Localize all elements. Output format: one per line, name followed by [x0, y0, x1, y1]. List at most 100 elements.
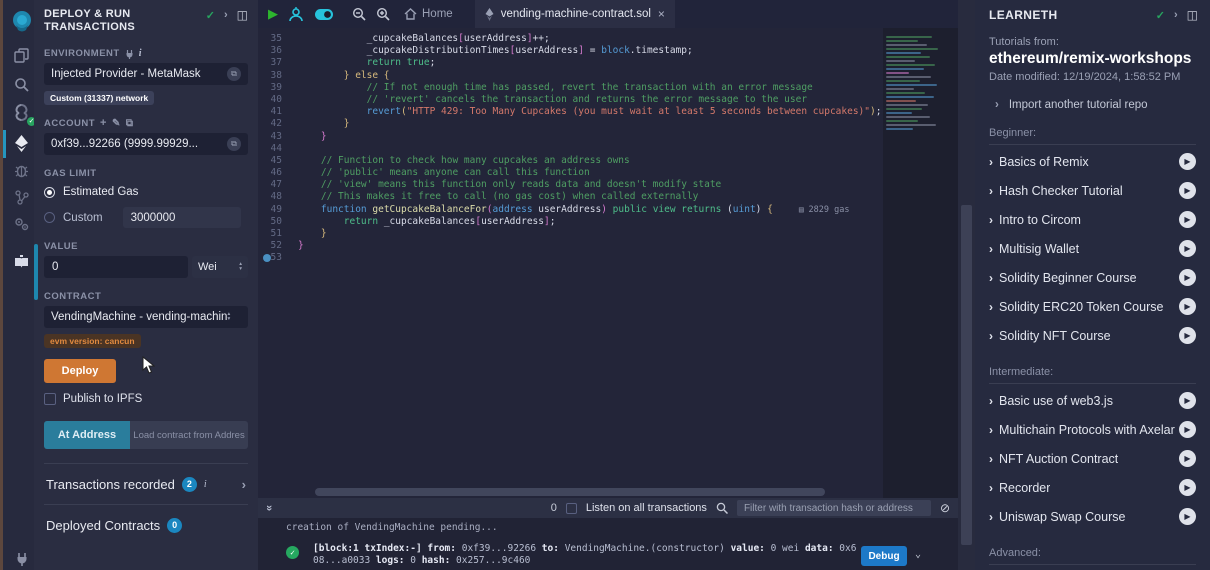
- transactions-recorded-row[interactable]: Transactions recorded 2 i ›: [44, 464, 248, 504]
- item-chevron-icon[interactable]: ›: [989, 184, 993, 198]
- code-line[interactable]: 51 }: [258, 228, 883, 240]
- contract-select[interactable]: VendingMachine - vending-machin ▴▾: [44, 306, 248, 328]
- tutorial-play-icon[interactable]: ▶: [1179, 479, 1196, 496]
- remix-logo-icon[interactable]: [6, 6, 37, 36]
- search-icon[interactable]: [6, 74, 37, 94]
- tutorial-play-icon[interactable]: ▶: [1179, 153, 1196, 170]
- file-explorer-icon[interactable]: [6, 44, 37, 66]
- tutorial-item[interactable]: ›Basic use of web3.js▶: [975, 386, 1210, 415]
- item-chevron-icon[interactable]: ›: [989, 300, 993, 314]
- account-select[interactable]: 0xf39...92266 (9999.99929... ⧉: [44, 133, 248, 155]
- environment-copy-icon[interactable]: ⧉: [227, 67, 241, 81]
- code-line[interactable]: 41 revert("HTTP 429: Too Many Cupcakes (…: [258, 106, 883, 118]
- line-number[interactable]: 41: [258, 106, 298, 118]
- tutorial-item[interactable]: ›Solidity ERC20 Token Course▶: [975, 292, 1210, 321]
- learneth-icon[interactable]: [6, 250, 37, 274]
- code-line[interactable]: 36 _cupcakeDistributionTimes[userAddress…: [258, 45, 883, 57]
- code-line[interactable]: 46 // 'public' means anyone can call thi…: [258, 167, 883, 179]
- panel-scrollbar-thumb[interactable]: [34, 244, 38, 300]
- plug-icon[interactable]: [125, 49, 134, 59]
- line-number[interactable]: 46: [258, 167, 298, 179]
- item-chevron-icon[interactable]: ›: [989, 242, 993, 256]
- item-chevron-icon[interactable]: ›: [989, 271, 993, 285]
- tab-close-icon[interactable]: ×: [658, 7, 665, 21]
- line-number[interactable]: 35: [258, 33, 298, 45]
- transaction-log-entry[interactable]: ✓ [block:1 txIndex:-] from: 0xf39...9226…: [286, 543, 958, 566]
- code-line[interactable]: 52}: [258, 240, 883, 252]
- line-number[interactable]: 37: [258, 57, 298, 69]
- line-number[interactable]: 51: [258, 228, 298, 240]
- line-number[interactable]: 47: [258, 179, 298, 191]
- tutorial-play-icon[interactable]: ▶: [1179, 269, 1196, 286]
- tutorial-item[interactable]: ›NFT Auction Contract▶: [975, 444, 1210, 473]
- tutorial-item[interactable]: ›Uniswap Swap Course▶: [975, 502, 1210, 531]
- tutorial-play-icon[interactable]: ▶: [1179, 298, 1196, 315]
- line-number[interactable]: 42: [258, 118, 298, 130]
- tutorial-play-icon[interactable]: ▶: [1179, 327, 1196, 344]
- unit-down-icon[interactable]: ▾: [239, 267, 242, 272]
- value-input[interactable]: 0: [44, 256, 188, 278]
- line-number[interactable]: 49: [258, 204, 298, 216]
- tutorial-play-icon[interactable]: ▶: [1179, 240, 1196, 257]
- custom-gas-input[interactable]: 3000000: [123, 207, 241, 228]
- git-icon[interactable]: [6, 187, 37, 207]
- deploy-button[interactable]: Deploy: [44, 359, 116, 383]
- tab-vending-machine-contract[interactable]: vending-machine-contract.sol ×: [475, 0, 675, 28]
- code-line[interactable]: 50 return _cupcakeBalances[userAddress];: [258, 216, 883, 228]
- transactions-info-icon[interactable]: i: [204, 479, 207, 490]
- learneth-expand-icon[interactable]: ›: [1174, 9, 1178, 21]
- horizontal-scrollbar[interactable]: [315, 488, 825, 496]
- item-chevron-icon[interactable]: ›: [989, 394, 993, 408]
- line-number[interactable]: 38: [258, 70, 298, 82]
- code-line[interactable]: 39 // If not enough time has passed, rev…: [258, 82, 883, 94]
- line-number[interactable]: 52: [258, 240, 298, 252]
- code-line[interactable]: 44: [258, 143, 883, 155]
- estimated-gas-radio[interactable]: [44, 187, 55, 198]
- tutorial-item[interactable]: ›Multisig Wallet▶: [975, 234, 1210, 263]
- terminal-filter-input[interactable]: Filter with transaction hash or address: [737, 500, 931, 516]
- item-chevron-icon[interactable]: ›: [989, 423, 993, 437]
- code-line[interactable]: 45 // Function to check how many cupcake…: [258, 155, 883, 167]
- tutorial-play-icon[interactable]: ▶: [1179, 450, 1196, 467]
- debug-button[interactable]: Debug: [861, 546, 907, 566]
- code-lines[interactable]: 35 _cupcakeBalances[userAddress]++;36 _c…: [258, 28, 883, 498]
- line-number[interactable]: 43: [258, 131, 298, 143]
- code-line[interactable]: 53: [258, 252, 883, 264]
- right-scrollbar-thumb[interactable]: [961, 205, 972, 545]
- terminal-collapse-icon[interactable]: »: [263, 505, 275, 511]
- tutorial-play-icon[interactable]: ▶: [1179, 508, 1196, 525]
- line-number[interactable]: 44: [258, 143, 298, 155]
- line-number[interactable]: 45: [258, 155, 298, 167]
- code-line[interactable]: 35 _cupcakeBalances[userAddress]++;: [258, 33, 883, 45]
- import-tutorial-repo[interactable]: › Import another tutorial repo: [989, 99, 1198, 111]
- tutorial-item[interactable]: ›Hash Checker Tutorial▶: [975, 176, 1210, 205]
- tutorial-play-icon[interactable]: ▶: [1179, 421, 1196, 438]
- at-address-input[interactable]: Load contract from Addres: [130, 421, 248, 449]
- item-chevron-icon[interactable]: ›: [989, 481, 993, 495]
- line-number[interactable]: 36: [258, 45, 298, 57]
- line-number[interactable]: 50: [258, 216, 298, 228]
- copilot-toggle[interactable]: [314, 8, 334, 21]
- code-line[interactable]: 43 }: [258, 131, 883, 143]
- tutorial-play-icon[interactable]: ▶: [1179, 182, 1196, 199]
- code-line[interactable]: 38 } else {: [258, 70, 883, 82]
- item-chevron-icon[interactable]: ›: [989, 213, 993, 227]
- tutorial-play-icon[interactable]: ▶: [1179, 392, 1196, 409]
- deploy-run-icon[interactable]: [6, 130, 37, 156]
- account-add-icon[interactable]: +: [100, 117, 107, 129]
- account-copy-icon[interactable]: ⧉: [126, 118, 134, 129]
- tutorial-item[interactable]: ›Intro to Circom▶: [975, 205, 1210, 234]
- code-line[interactable]: 42 }: [258, 118, 883, 130]
- plugin-manager-icon[interactable]: [6, 548, 37, 568]
- tutorial-play-icon[interactable]: ▶: [1179, 211, 1196, 228]
- terminal-search-icon[interactable]: [716, 502, 728, 514]
- environment-select[interactable]: Injected Provider - MetaMask ⧉: [44, 63, 248, 85]
- clear-console-icon[interactable]: ⊘: [940, 501, 950, 515]
- account-edit-icon[interactable]: ✎: [112, 118, 121, 129]
- publish-ipfs-checkbox[interactable]: [44, 393, 56, 405]
- zoom-in-icon[interactable]: [376, 7, 390, 21]
- zoom-out-icon[interactable]: [352, 7, 366, 21]
- tutorial-item[interactable]: ›Solidity NFT Course▶: [975, 321, 1210, 350]
- item-chevron-icon[interactable]: ›: [989, 155, 993, 169]
- environment-info-icon[interactable]: i: [139, 48, 142, 59]
